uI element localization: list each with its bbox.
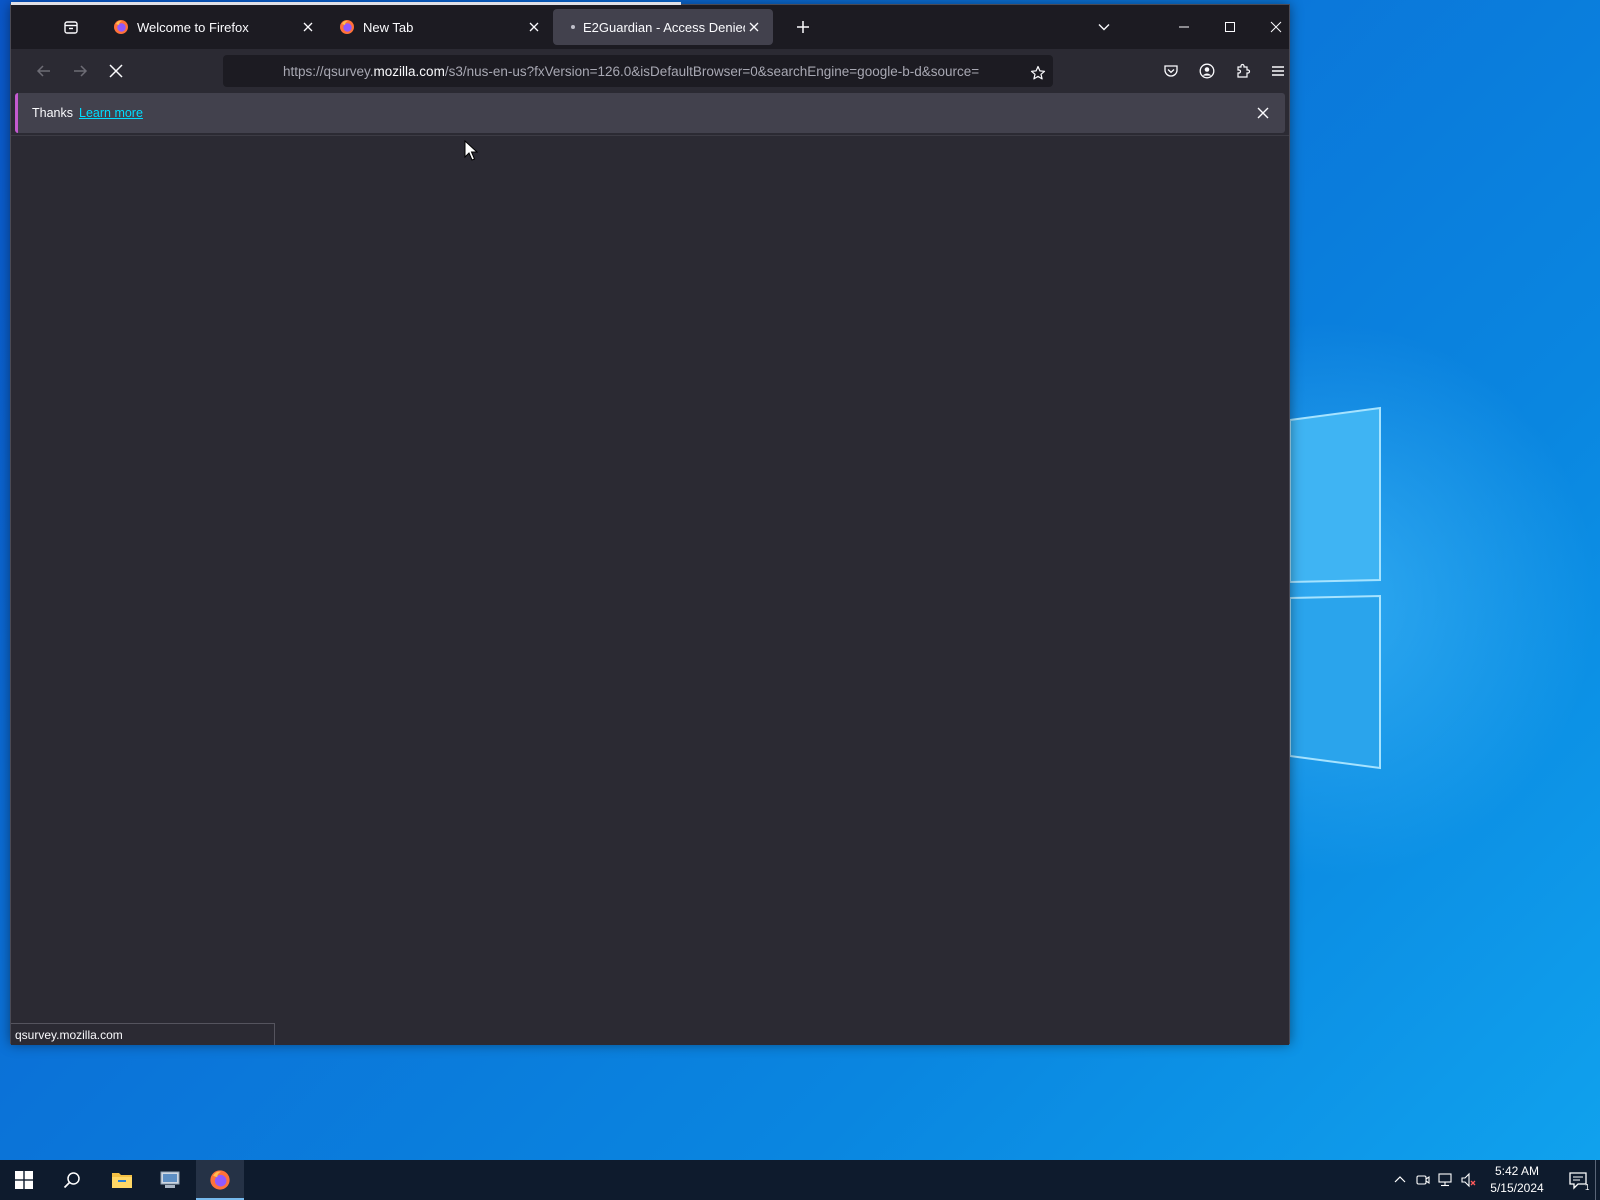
firefox-view-button[interactable] (53, 9, 89, 45)
volume-muted-icon (1461, 1172, 1476, 1188)
file-explorer-icon (112, 1173, 132, 1188)
notification-bar: Thanks Learn more (15, 93, 1285, 133)
stop-loading-button[interactable] (99, 54, 133, 88)
page-content[interactable] (11, 136, 1289, 1045)
tab-title: Welcome to Firefox (137, 19, 249, 35)
start-button[interactable] (0, 1160, 48, 1200)
clock-time: 5:42 AM (1494, 1164, 1540, 1178)
tab-welcome-to-firefox[interactable]: Welcome to Firefox (101, 9, 327, 45)
pocket-button[interactable] (1154, 54, 1188, 88)
file-explorer-button[interactable] (98, 1160, 146, 1200)
arrow-left-icon (36, 65, 50, 77)
url-host: mozilla.com (373, 63, 445, 79)
arrow-right-icon (74, 65, 88, 77)
minimize-icon (1179, 26, 1189, 28)
show-hidden-icons-button[interactable] (1390, 1170, 1410, 1190)
close-tab-icon[interactable] (745, 18, 763, 36)
extensions-button[interactable] (1226, 54, 1260, 88)
url-prefix: https://qsurvey. (283, 63, 374, 79)
close-icon (1257, 107, 1269, 119)
firefox-view-icon (64, 21, 78, 34)
account-button[interactable] (1190, 54, 1224, 88)
notification-message: Thanks (32, 106, 73, 120)
bookmark-page-button[interactable] (1021, 56, 1055, 90)
show-desktop-button[interactable] (1595, 1160, 1600, 1200)
network-app-icon (160, 1171, 180, 1188)
firefox-taskbar-button[interactable] (196, 1160, 244, 1200)
chevron-up-icon (1394, 1176, 1406, 1183)
close-icon (1270, 21, 1282, 33)
application-menu-button[interactable] (1261, 54, 1295, 88)
new-tab-button[interactable] (785, 9, 821, 45)
puzzle-icon (1237, 63, 1251, 78)
close-tab-icon[interactable] (299, 18, 317, 36)
pocket-icon (1164, 65, 1178, 77)
firefox-window: Welcome to Firefox New Tab E2Guardian - … (10, 2, 1290, 1045)
back-button[interactable] (27, 54, 61, 88)
volume-button[interactable] (1459, 1170, 1479, 1190)
list-all-tabs-button[interactable] (1086, 9, 1122, 45)
taskbar: 5:42 AM 5/15/2024 1 (0, 1160, 1600, 1200)
network-icon (1438, 1173, 1452, 1187)
notification-count: 1 (1585, 1183, 1590, 1192)
meet-now-button[interactable] (1413, 1170, 1433, 1190)
tab-title: E2Guardian - Access Denied (583, 19, 745, 35)
url-path: /s3/nus-en-us?fxVersion=126.0&isDefaultB… (444, 63, 980, 79)
search-icon (63, 1172, 80, 1189)
network-status-button[interactable] (1436, 1170, 1456, 1190)
mouse-cursor-icon (464, 140, 478, 161)
forward-button[interactable] (63, 54, 97, 88)
learn-more-link[interactable]: Learn more (79, 106, 143, 120)
windows-start-icon (15, 1171, 33, 1189)
tab-e2guardian-access-denied[interactable]: E2Guardian - Access Denied (553, 9, 773, 45)
firefox-icon (210, 1170, 230, 1190)
close-window-button[interactable] (1253, 9, 1299, 45)
tab-strip: Welcome to Firefox New Tab E2Guardian - … (11, 5, 1289, 49)
tab-title: New Tab (363, 19, 414, 35)
chevron-down-icon (1098, 24, 1110, 31)
maximize-button[interactable] (1207, 9, 1253, 45)
firefox-icon (340, 20, 354, 34)
action-center-button[interactable]: 1 (1566, 1168, 1590, 1192)
loading-dot-icon (571, 25, 575, 29)
network-app-button[interactable] (146, 1160, 194, 1200)
maximize-icon (1225, 22, 1235, 32)
taskbar-search-button[interactable] (48, 1160, 96, 1200)
close-notification-button[interactable] (1253, 103, 1273, 123)
clock-date: 5/15/2024 (1490, 1181, 1544, 1195)
status-panel: qsurvey.mozilla.com (11, 1023, 275, 1045)
hamburger-menu-icon (1272, 66, 1284, 76)
tab-new-tab[interactable]: New Tab (327, 9, 553, 45)
stop-x-icon (109, 64, 123, 78)
navigation-toolbar: https://qsurvey. mozilla.com/s3/nus-en-us… (11, 49, 1289, 93)
plus-icon (797, 21, 809, 33)
close-tab-icon[interactable] (525, 18, 543, 36)
star-icon (1030, 65, 1046, 80)
notification-icon: 1 (1569, 1172, 1590, 1192)
minimize-button[interactable] (1161, 9, 1207, 45)
url-bar[interactable]: https://qsurvey. mozilla.com/s3/nus-en-us… (223, 55, 1053, 87)
taskbar-clock[interactable]: 5:42 AM 5/15/2024 (1486, 1163, 1548, 1197)
camera-icon (1416, 1175, 1430, 1185)
firefox-icon (114, 20, 128, 34)
account-icon (1199, 63, 1215, 79)
